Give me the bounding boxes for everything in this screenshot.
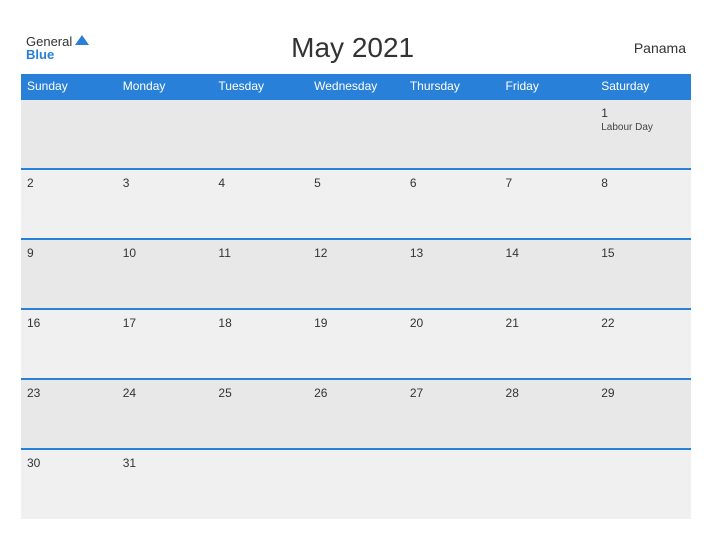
calendar-cell: 13 xyxy=(404,239,500,309)
calendar-cell: 31 xyxy=(117,449,213,519)
day-number: 21 xyxy=(506,316,590,330)
day-number: 5 xyxy=(314,176,398,190)
day-number: 1 xyxy=(601,106,685,120)
calendar-cell: 18 xyxy=(212,309,308,379)
day-number: 13 xyxy=(410,246,494,260)
weekday-thursday: Thursday xyxy=(404,74,500,99)
day-number: 3 xyxy=(123,176,207,190)
calendar-cell: 23 xyxy=(21,379,117,449)
day-number: 27 xyxy=(410,386,494,400)
logo-blue-text: Blue xyxy=(26,48,89,61)
calendar-cell: 19 xyxy=(308,309,404,379)
calendar-cell: 11 xyxy=(212,239,308,309)
day-number: 16 xyxy=(27,316,111,330)
calendar-header-row: Sunday Monday Tuesday Wednesday Thursday… xyxy=(21,74,691,99)
calendar-table: Sunday Monday Tuesday Wednesday Thursday… xyxy=(21,74,691,519)
day-number: 22 xyxy=(601,316,685,330)
calendar-cell: 25 xyxy=(212,379,308,449)
weekday-wednesday: Wednesday xyxy=(308,74,404,99)
day-number: 11 xyxy=(218,246,302,260)
calendar-cell xyxy=(308,99,404,169)
calendar-cell xyxy=(500,99,596,169)
logo-triangle-icon xyxy=(75,35,89,45)
calendar-cell: 4 xyxy=(212,169,308,239)
calendar-cell: 12 xyxy=(308,239,404,309)
calendar-cell: 21 xyxy=(500,309,596,379)
calendar-cell: 7 xyxy=(500,169,596,239)
calendar-cell: 16 xyxy=(21,309,117,379)
day-number: 19 xyxy=(314,316,398,330)
day-number: 30 xyxy=(27,456,111,470)
calendar-cell: 5 xyxy=(308,169,404,239)
logo: General Blue xyxy=(26,35,89,61)
calendar-cell xyxy=(212,449,308,519)
day-number: 15 xyxy=(601,246,685,260)
calendar-cell xyxy=(117,99,213,169)
calendar-cell: 17 xyxy=(117,309,213,379)
day-number: 8 xyxy=(601,176,685,190)
country-label: Panama xyxy=(616,40,686,56)
day-number: 6 xyxy=(410,176,494,190)
calendar-cell xyxy=(500,449,596,519)
weekday-monday: Monday xyxy=(117,74,213,99)
day-number: 28 xyxy=(506,386,590,400)
calendar-cell xyxy=(308,449,404,519)
day-number: 4 xyxy=(218,176,302,190)
calendar-container: General Blue May 2021 Panama Sunday Mond… xyxy=(11,22,701,529)
day-number: 18 xyxy=(218,316,302,330)
calendar-cell: 14 xyxy=(500,239,596,309)
calendar-cell: 30 xyxy=(21,449,117,519)
day-number: 23 xyxy=(27,386,111,400)
calendar-cell: 3 xyxy=(117,169,213,239)
day-number: 17 xyxy=(123,316,207,330)
calendar-body: 1Labour Day23456789101112131415161718192… xyxy=(21,99,691,519)
calendar-cell: 15 xyxy=(595,239,691,309)
day-number: 10 xyxy=(123,246,207,260)
calendar-cell: 24 xyxy=(117,379,213,449)
weekday-saturday: Saturday xyxy=(595,74,691,99)
weekday-sunday: Sunday xyxy=(21,74,117,99)
weekday-friday: Friday xyxy=(500,74,596,99)
calendar-cell: 26 xyxy=(308,379,404,449)
calendar-cell xyxy=(21,99,117,169)
calendar-cell: 28 xyxy=(500,379,596,449)
day-number: 25 xyxy=(218,386,302,400)
calendar-cell xyxy=(404,449,500,519)
day-number: 2 xyxy=(27,176,111,190)
calendar-cell xyxy=(595,449,691,519)
calendar-cell: 8 xyxy=(595,169,691,239)
calendar-cell xyxy=(212,99,308,169)
calendar-cell xyxy=(404,99,500,169)
day-number: 31 xyxy=(123,456,207,470)
day-number: 9 xyxy=(27,246,111,260)
day-number: 29 xyxy=(601,386,685,400)
day-number: 7 xyxy=(506,176,590,190)
calendar-header: General Blue May 2021 Panama xyxy=(21,32,691,64)
calendar-cell: 6 xyxy=(404,169,500,239)
logo-general-text: General xyxy=(26,35,89,48)
calendar-title: May 2021 xyxy=(89,32,616,64)
holiday-label: Labour Day xyxy=(601,122,685,133)
weekday-tuesday: Tuesday xyxy=(212,74,308,99)
calendar-cell: 20 xyxy=(404,309,500,379)
day-number: 14 xyxy=(506,246,590,260)
calendar-cell: 22 xyxy=(595,309,691,379)
calendar-cell: 1 Labour Day xyxy=(595,99,691,169)
day-number: 24 xyxy=(123,386,207,400)
calendar-cell: 10 xyxy=(117,239,213,309)
calendar-cell: 2 xyxy=(21,169,117,239)
day-number: 26 xyxy=(314,386,398,400)
day-number: 20 xyxy=(410,316,494,330)
calendar-cell: 27 xyxy=(404,379,500,449)
calendar-cell: 29 xyxy=(595,379,691,449)
day-number: 12 xyxy=(314,246,398,260)
calendar-cell: 9 xyxy=(21,239,117,309)
